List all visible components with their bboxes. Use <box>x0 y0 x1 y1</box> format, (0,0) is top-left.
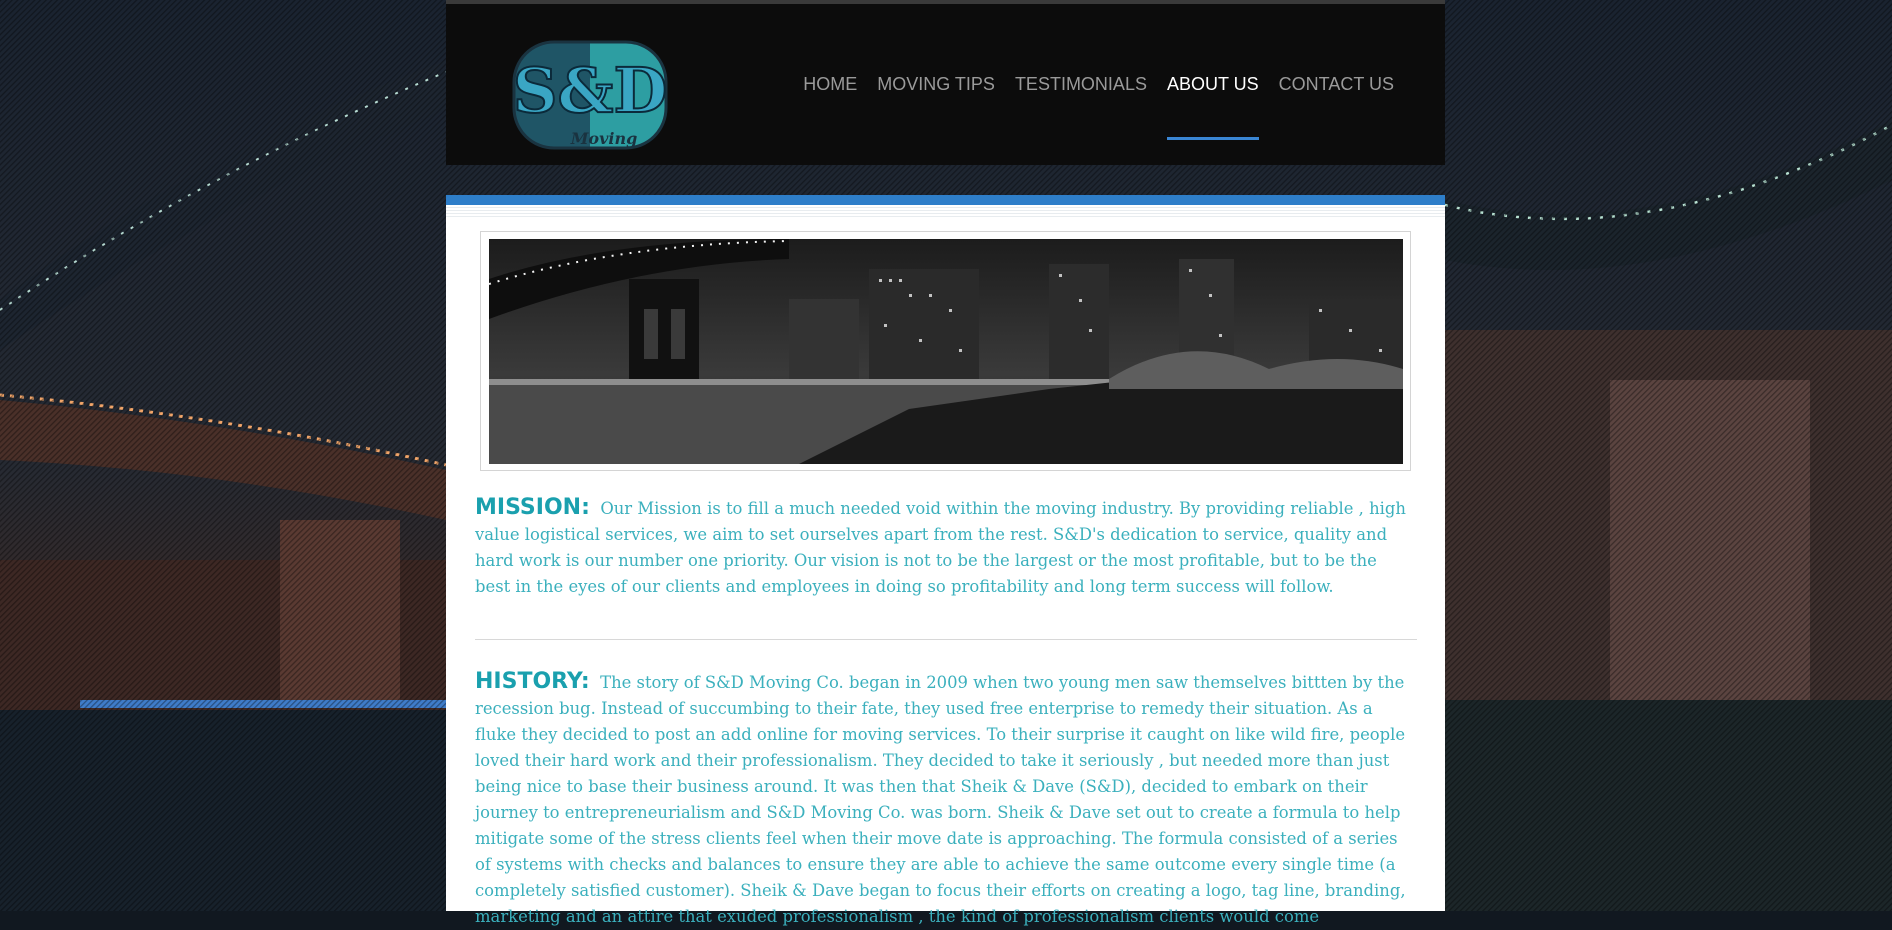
section-divider <box>475 639 1417 640</box>
history-text: The story of S&D Moving Co. began in 200… <box>475 673 1406 926</box>
sd-moving-logo[interactable]: S&D Moving <box>512 40 668 154</box>
mission-heading: MISSION: <box>475 495 590 520</box>
main-nav: HOME MOVING TIPS TESTIMONIALS ABOUT US C… <box>793 74 1404 140</box>
mission-section: MISSION: Our Mission is to fill a much n… <box>475 495 1417 600</box>
history-section: HISTORY: The story of S&D Moving Co. beg… <box>475 669 1417 930</box>
mission-text: Our Mission is to fill a much needed voi… <box>475 499 1406 596</box>
site-header: S&D Moving HOME MOVING TIPS TESTIMONIALS… <box>446 0 1445 165</box>
history-heading: HISTORY: <box>475 669 590 694</box>
bridge-night-banner-image <box>489 239 1403 464</box>
nav-about-us[interactable]: ABOUT US <box>1157 74 1269 140</box>
nav-contact-us[interactable]: CONTACT US <box>1269 74 1404 140</box>
svg-text:Moving: Moving <box>570 129 638 148</box>
panel-stripe <box>446 205 1445 217</box>
nav-moving-tips[interactable]: MOVING TIPS <box>867 74 1005 140</box>
nav-home[interactable]: HOME <box>793 74 867 140</box>
svg-text:S&D: S&D <box>513 54 668 127</box>
nav-testimonials[interactable]: TESTIMONIALS <box>1005 74 1157 140</box>
content-panel: MISSION: Our Mission is to fill a much n… <box>446 195 1445 926</box>
banner-frame <box>480 231 1411 471</box>
panel-accent-bar <box>446 195 1445 205</box>
